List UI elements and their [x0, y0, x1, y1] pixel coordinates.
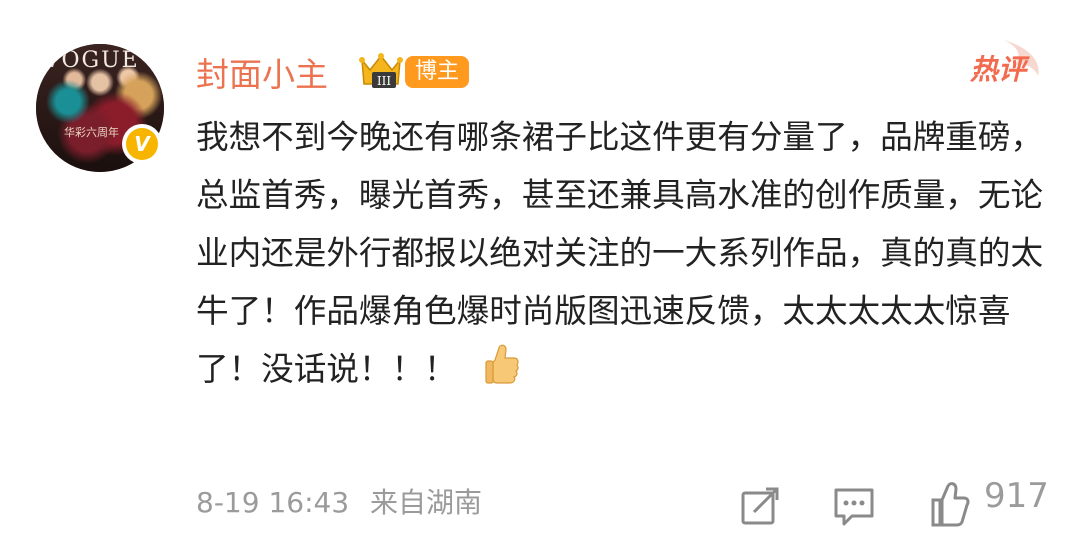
comment-location: 来自湖南: [370, 486, 483, 519]
comment-date: 8-19 16:43: [196, 486, 350, 519]
comment-icon[interactable]: [832, 484, 876, 528]
avatar-magazine-text: VOGUE: [44, 48, 140, 73]
verified-badge-icon: V: [122, 124, 162, 164]
svg-text:III: III: [377, 74, 391, 88]
comment-meta: 8-19 16:43 来自湖南: [196, 481, 482, 521]
hot-comment-badge: 热评: [964, 36, 1044, 92]
like-count: 917: [984, 476, 1049, 516]
like-icon[interactable]: [930, 482, 970, 528]
username[interactable]: 封面小主: [196, 48, 328, 96]
share-icon[interactable]: [738, 484, 782, 528]
crown-icon: III: [359, 53, 403, 88]
comment-text: 我想不到今晚还有哪条裙子比这件更有分量了，品牌重磅，总监首秀，曝光首秀，甚至还兼…: [196, 108, 1046, 398]
avatar-caption: 华彩六周年: [64, 126, 119, 139]
blogger-badge: 博主: [405, 56, 470, 88]
comment-body: 我想不到今晚还有哪条裙子比这件更有分量了，品牌重磅，总监首秀，曝光首秀，甚至还兼…: [196, 118, 1044, 388]
hot-comment-label: 热评: [970, 53, 1027, 86]
thumbs-up-emoji-icon: [485, 344, 519, 384]
